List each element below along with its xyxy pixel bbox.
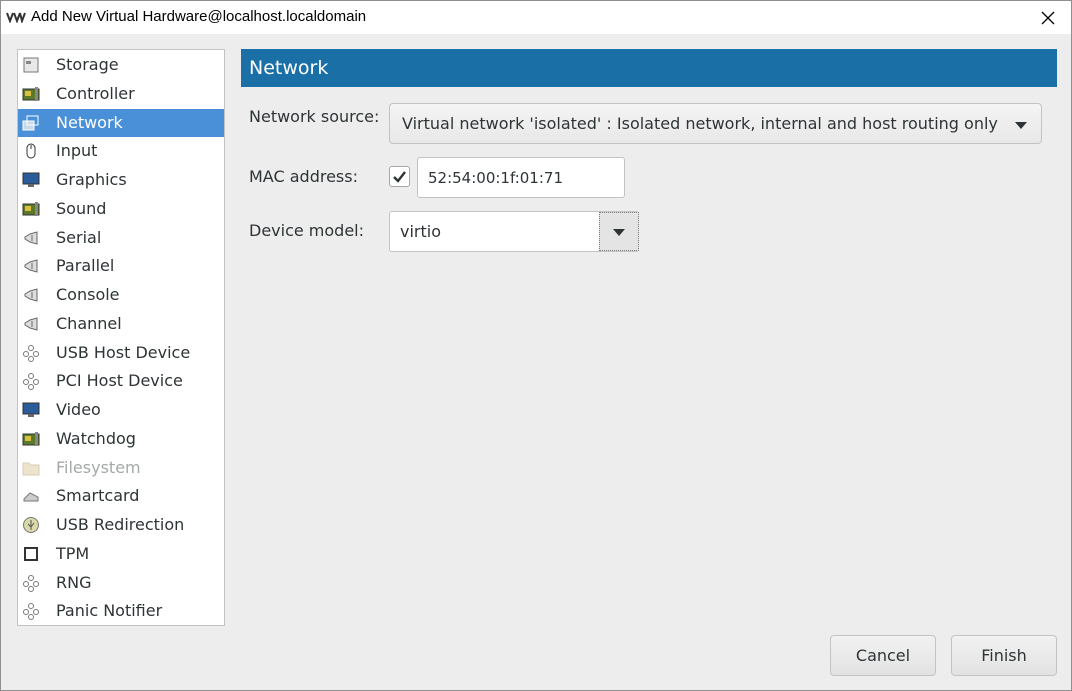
sidebar-item-graphics[interactable]: Graphics [18,166,224,194]
sidebar-item-label: Controller [56,83,135,103]
mouse-icon [26,143,36,159]
cancel-button[interactable]: Cancel [830,635,936,676]
sidebar-item-rng[interactable]: RNG [18,569,224,597]
checkmark-icon [393,171,406,183]
watchdog-card-icon [22,431,40,446]
device-icon [23,344,39,362]
chip-icon [24,546,38,561]
mac-address-checkbox[interactable] [389,166,410,187]
dropdown-arrow-icon [1015,122,1027,129]
smartcard-icon [23,492,39,502]
sidebar-item-smartcard[interactable]: Smartcard [18,482,224,510]
sidebar-item-label: Input [56,141,98,161]
sidebar-item-filesystem[interactable]: Filesystem [18,454,224,482]
device-model-field[interactable] [390,212,598,251]
network-source-dropdown[interactable]: Virtual network 'isolated' : Isolated ne… [389,103,1042,144]
cancel-button-label: Cancel [855,646,911,665]
network-icon [22,115,39,130]
device-icon [23,373,39,391]
sidebar-item-label: Watchdog [56,428,136,448]
sidebar-item-controller[interactable]: Controller [18,80,224,108]
section-title: Network [249,57,329,79]
title-bar: Add New Virtual Hardware@localhost.local… [1,1,1071,34]
window-title: Add New Virtual Hardware@localhost.local… [31,8,367,25]
sidebar-item-sound[interactable]: Sound [18,195,224,223]
sidebar-item-label: Sound [56,198,107,218]
dropdown-arrow-icon [613,229,625,236]
storage-icon [23,57,39,73]
sidebar-item-label: RNG [56,572,92,592]
network-source-label: Network source: [249,107,380,126]
sidebar-item-tpm[interactable]: TPM [18,540,224,568]
sidebar-item-label: Filesystem [56,457,141,477]
virt-manager-app-icon [6,12,26,23]
controller-icon [22,86,40,101]
sidebar-item-usb-host-device[interactable]: USB Host Device [18,339,224,367]
finish-button[interactable]: Finish [951,635,1057,676]
sidebar-item-label: Network [56,112,123,132]
sidebar-item-label: Console [56,285,120,304]
sidebar-item-label: Parallel [56,256,115,276]
sidebar-item-channel[interactable]: Channel [18,310,224,338]
sidebar-item-usb-redirection[interactable]: USB Redirection [18,511,224,539]
folder-icon [22,462,40,475]
sidebar-item-label: Video [56,400,101,419]
sidebar-item-label: Channel [56,313,122,333]
hardware-type-list: Storage Controller Network Input Graphics Sou… [17,49,225,626]
usb-icon [23,517,39,533]
sidebar-item-parallel[interactable]: Parallel [18,252,224,280]
sidebar-item-label: Panic Notifier [56,601,163,621]
monitor-icon [22,172,40,187]
sound-card-icon [22,201,40,216]
device-icon [23,574,39,592]
sidebar-item-serial[interactable]: Serial [18,224,224,252]
sidebar-item-pci-host-device[interactable]: PCI Host Device [18,367,224,395]
sidebar-item-console[interactable]: Console [18,281,224,309]
sidebar-item-label: Graphics [56,170,127,189]
mac-address-label: MAC address: [249,167,358,186]
sidebar-item-label: TPM [56,543,90,563]
sidebar-item-storage[interactable]: Storage [18,51,224,79]
sidebar-item-label: Serial [56,227,102,247]
sidebar-item-label: PCI Host Device [56,371,183,391]
sidebar-item-watchdog[interactable]: Watchdog [18,425,224,453]
network-source-value: Virtual network 'isolated' : Isolated ne… [402,114,998,133]
sidebar-item-network[interactable]: Network [18,108,224,137]
device-model-label: Device model: [249,221,365,240]
finish-button-label: Finish [981,646,1027,665]
device-icon [23,603,39,621]
sidebar-item-label: USB Host Device [56,342,191,362]
port-icon [24,317,38,331]
device-model-dropdown-button[interactable] [599,212,639,251]
sidebar-item-input[interactable]: Input [18,137,224,165]
port-icon [24,288,38,302]
monitor-icon [22,402,40,417]
close-button[interactable] [1025,1,1071,34]
section-header: Network [241,49,1057,87]
mac-address-field[interactable] [417,157,625,198]
port-icon [24,259,38,273]
close-icon [1041,11,1055,24]
sidebar-item-label: USB Redirection [56,515,185,534]
sidebar-item-label: Smartcard [56,486,140,506]
sidebar-item-label: Storage [56,55,119,74]
device-model-combo [389,211,639,252]
add-hardware-dialog: Add New Virtual Hardware@localhost.local… [0,0,1072,691]
sidebar-item-panic-notifier[interactable]: Panic Notifier [18,597,224,625]
sidebar-item-video[interactable]: Video [18,396,224,424]
port-icon [24,230,38,245]
